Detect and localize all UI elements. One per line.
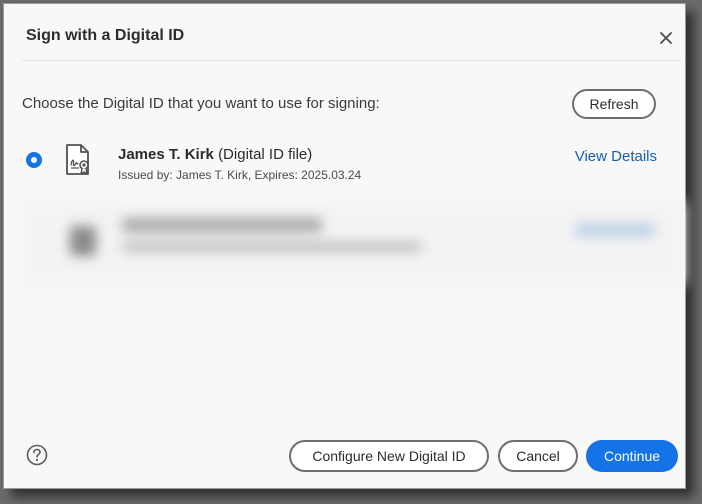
help-icon[interactable] [26,444,48,466]
view-details-link[interactable]: View Details [575,148,657,165]
id-holder-name: James T. Kirk [118,146,214,163]
id-name-line: James T. Kirk (Digital ID file) [118,146,312,163]
window-frame: Sign with a Digital ID Choose the Digita… [0,0,702,504]
blurred-name [122,218,322,232]
sign-dialog: Sign with a Digital ID Choose the Digita… [3,3,686,489]
title-divider [22,60,681,61]
blurred-link [575,224,655,236]
id-radio-selected[interactable] [26,152,42,168]
id-type: (Digital ID file) [218,146,313,163]
refresh-button[interactable]: Refresh [572,89,656,119]
cancel-button[interactable]: Cancel [498,440,578,472]
radio-dot [31,157,37,163]
blurred-details [122,242,422,252]
blurred-id-row [22,202,685,284]
certificate-icon [66,144,89,175]
close-button[interactable] [655,27,677,49]
id-issuer-expiry: Issued by: James T. Kirk, Expires: 2025.… [118,168,362,182]
blurred-icon [70,226,96,256]
configure-new-id-button[interactable]: Configure New Digital ID [289,440,489,472]
close-icon [660,32,672,44]
digital-id-row[interactable]: James T. Kirk (Digital ID file) Issued b… [22,136,679,188]
continue-button[interactable]: Continue [586,440,678,472]
dialog-title: Sign with a Digital ID [26,27,185,44]
choose-id-prompt: Choose the Digital ID that you want to u… [22,95,380,112]
